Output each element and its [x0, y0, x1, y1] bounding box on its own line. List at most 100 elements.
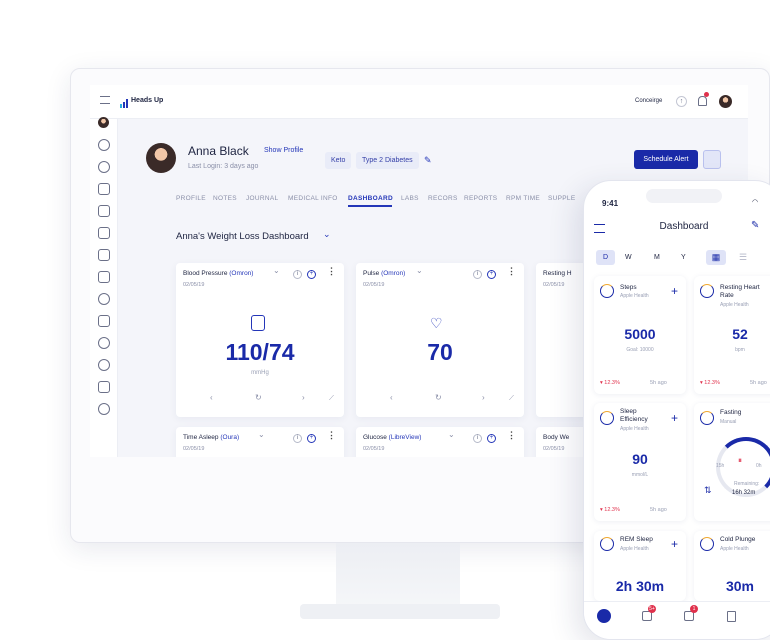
chevron-down-icon[interactable]: ⌄ [448, 430, 455, 439]
chevron-down-icon[interactable]: ⌄ [258, 430, 265, 439]
tab-journal[interactable]: JOURNAL [246, 195, 278, 202]
phone-card-fasting[interactable]: Fasting Manual 15h 0h ⏸ ⇅ Remaining: 16h… [694, 403, 770, 521]
tab-supplements[interactable]: SUPPLE [548, 195, 575, 202]
phone-card-resting-heart-rate[interactable]: Resting Heart Rate Apple Health 52 bpm ▾… [694, 276, 770, 394]
user-avatar[interactable] [719, 95, 732, 108]
add-icon[interactable]: + [307, 434, 316, 443]
phone-frame: 9:41 ◠ Dashboard ✎ D W M Y ▦ ☰ Steps App… [583, 180, 770, 640]
upload-icon[interactable]: ↑ [676, 96, 687, 107]
phone-card-rem-sleep[interactable]: REM Sleep Apple Health + 2h 30m [594, 531, 686, 601]
metric-card-time-asleep[interactable]: Time Asleep (Oura) ⌄ 02/05/19 i + ⋮ [176, 427, 344, 457]
users-icon[interactable] [98, 403, 110, 415]
resize-handle-icon[interactable]: ⟋ [329, 395, 334, 403]
phone-card-cold-plunge[interactable]: Cold Plunge Apple Health 30m [694, 531, 770, 601]
next-arrow-icon[interactable]: › [302, 393, 305, 402]
tag-keto[interactable]: Keto [325, 152, 352, 169]
brand-name[interactable]: Heads Up [131, 97, 163, 104]
tab-labs[interactable]: LABS [401, 195, 419, 202]
info-icon[interactable]: i [293, 270, 302, 279]
more-options-icon[interactable]: ⋮ [327, 267, 336, 276]
grid-view-icon[interactable]: ▦ [706, 250, 726, 265]
sidebar-avatar[interactable] [98, 117, 109, 128]
gauge-icon[interactable] [98, 161, 110, 173]
pause-icon[interactable]: ⏸ [738, 456, 742, 466]
lightbulb-icon[interactable] [98, 359, 110, 371]
period-day[interactable]: D [596, 250, 615, 265]
show-profile-link[interactable]: Show Profile [264, 147, 303, 154]
card-date: 02/05/19 [183, 446, 205, 452]
schedule-alert-button[interactable]: Schedule Alert [634, 150, 698, 169]
add-icon[interactable]: + [487, 270, 496, 279]
document-icon[interactable] [98, 249, 110, 261]
menu-icon[interactable] [100, 96, 110, 104]
add-icon[interactable]: + [487, 434, 496, 443]
info-icon[interactable]: i [473, 434, 482, 443]
tab-notes[interactable]: NOTES [213, 195, 237, 202]
bell-icon[interactable] [698, 96, 707, 106]
steps-icon [600, 284, 614, 298]
phone-card-sleep-efficiency[interactable]: Sleep Efficiency Apple Health + 90 mmol/… [594, 403, 686, 521]
metric-card-blood-pressure[interactable]: Blood Pressure (Omron) ⌄ 02/05/19 i + ⋮ … [176, 263, 344, 417]
tab-medical-info[interactable]: MEDICAL INFO [288, 195, 338, 202]
card-title: Resting H [543, 270, 572, 277]
period-month[interactable]: M [654, 250, 660, 265]
list-view-icon[interactable]: ☰ [739, 250, 747, 265]
updated-ago: 5h ago [650, 507, 667, 513]
tab-records[interactable]: RECORS [428, 195, 458, 202]
nav-document-icon[interactable] [727, 611, 736, 622]
tab-profile[interactable]: PROFILE [176, 195, 206, 202]
nav-dashboard-icon[interactable] [597, 609, 611, 623]
change-indicator: ▾ 12.3% [600, 507, 620, 513]
refresh-icon[interactable]: ↻ [255, 393, 262, 402]
alert-bell-icon[interactable] [98, 205, 110, 217]
resize-handle-icon[interactable]: ⟋ [509, 395, 514, 403]
tag-diabetes[interactable]: Type 2 Diabetes [356, 152, 419, 169]
swap-arrows-icon[interactable]: ⇅ [704, 485, 712, 496]
chat-icon[interactable] [98, 183, 110, 195]
phone-notch [646, 189, 722, 203]
metric-note: Goal: 10000 [626, 347, 654, 353]
nav-badge: 1 [690, 605, 698, 613]
tab-rpm-time[interactable]: RPM TIME [506, 195, 540, 202]
edit-pencil-icon[interactable]: ✎ [424, 155, 432, 166]
chevron-down-icon[interactable]: ⌄ [323, 229, 331, 240]
phone-card-steps[interactable]: Steps Apple Health + 5000 Goal: 10000 ▾ … [594, 276, 686, 394]
more-options-icon[interactable]: ⋮ [507, 267, 516, 276]
card-source: Apple Health [720, 546, 749, 552]
network-icon[interactable] [98, 337, 110, 349]
period-week[interactable]: W [625, 250, 632, 265]
list-icon[interactable] [98, 271, 110, 283]
clipboard-icon[interactable] [98, 227, 110, 239]
chevron-down-icon[interactable]: ⌄ [273, 266, 280, 275]
concierge-link[interactable]: Conceirge [635, 98, 662, 104]
refresh-icon[interactable]: ↻ [435, 393, 442, 402]
target-icon[interactable] [98, 293, 110, 305]
more-options-icon[interactable]: ⋮ [507, 431, 516, 440]
dashboard-title[interactable]: Anna's Weight Loss Dashboard [176, 231, 309, 242]
add-icon[interactable]: + [307, 270, 316, 279]
edit-pencil-icon[interactable]: ✎ [751, 220, 759, 231]
info-icon[interactable]: i [293, 434, 302, 443]
calendar-icon[interactable] [98, 315, 110, 327]
graduation-cap-icon[interactable] [98, 381, 110, 393]
add-icon[interactable]: + [671, 538, 678, 550]
card-title: Fasting [720, 409, 742, 416]
metric-card-pulse[interactable]: Pulse (Omron) ⌄ 02/05/19 i + ⋮ ♡ 70 ‹ ↻ … [356, 263, 524, 417]
clock-icon[interactable] [98, 139, 110, 151]
next-arrow-icon[interactable]: › [482, 393, 485, 402]
add-icon[interactable]: + [671, 412, 678, 424]
previous-arrow-icon[interactable]: ‹ [210, 393, 213, 402]
metric-card-glucose[interactable]: Glucose (LibreView) ⌄ 02/05/19 i + ⋮ [356, 427, 524, 457]
alarm-clock-icon[interactable] [703, 150, 721, 169]
blood-pressure-icon [251, 315, 265, 331]
metric-value: 2h 30m [615, 578, 665, 594]
info-icon[interactable]: i [473, 270, 482, 279]
metric-value: 90 [632, 451, 648, 467]
tab-reports[interactable]: REPORTS [464, 195, 497, 202]
more-options-icon[interactable]: ⋮ [327, 431, 336, 440]
chevron-down-icon[interactable]: ⌄ [416, 266, 423, 275]
period-year[interactable]: Y [681, 250, 686, 265]
tab-dashboard[interactable]: DASHBOARD [348, 195, 393, 202]
previous-arrow-icon[interactable]: ‹ [390, 393, 393, 402]
add-icon[interactable]: + [671, 285, 678, 297]
